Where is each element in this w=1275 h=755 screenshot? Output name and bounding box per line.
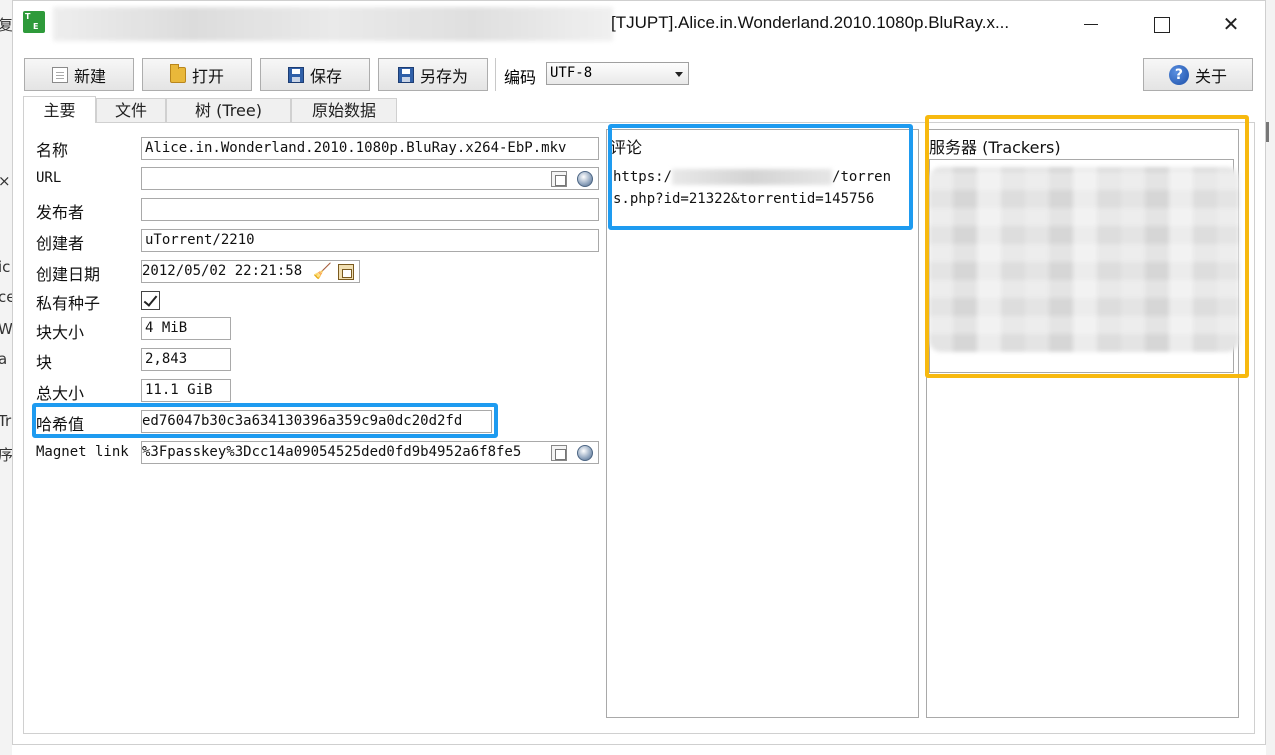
name-label: 名称 [36,141,69,160]
about-button[interactable]: ? 关于 [1143,58,1253,91]
toolbar-separator [495,58,496,91]
tab-tree[interactable]: 树 (Tree) [166,98,291,123]
folder-icon [169,63,186,83]
background-text: a [0,350,8,368]
creator-field[interactable]: uTorrent/2210 [141,229,599,252]
comment-url-redacted [672,169,833,185]
background-window-right-strip [1266,0,1275,755]
new-button[interactable]: 新建 [24,58,134,91]
torrent-editor-window: TE [TJUPT].Alice.in.Wonderland.2010.1080… [12,0,1266,745]
creator-label: 创建者 [36,234,85,253]
publisher-field[interactable] [141,198,599,221]
url-label: URL [36,170,62,186]
globe-icon[interactable] [577,445,593,461]
trackers-title: 服务器 (Trackers) [929,138,1061,157]
background-text: 复 [0,16,12,34]
floppy-disk-icon [287,66,304,83]
open-button-label: 打开 [191,66,224,86]
open-button[interactable]: 打开 [142,58,252,91]
pieces-label: 块 [36,353,53,372]
minimize-button[interactable] [1071,9,1111,39]
background-text: ce [0,288,12,306]
hash-field[interactable]: ed76047b30c3a634130396a359c9a0dc20d2fd [141,410,492,433]
comment-url-start: https:/ [613,169,673,185]
floppy-disk-icon [397,66,414,83]
save-as-button[interactable]: 另存为 [378,58,488,91]
close-button[interactable]: ✕ [1211,9,1251,39]
total-size-label: 总大小 [36,384,85,403]
tab-raw-data[interactable]: 原始数据 [291,98,397,123]
publisher-label: 发布者 [36,203,85,222]
broom-icon[interactable]: 🧹 [313,263,332,279]
save-button-label: 保存 [309,66,342,86]
copy-icon[interactable] [551,445,567,461]
private-label: 私有种子 [36,294,101,313]
encoding-value: UTF-8 [550,65,593,81]
encoding-label: 编码 [504,68,537,87]
app-icon: TE [23,11,45,33]
globe-icon[interactable] [577,171,593,187]
tab-files[interactable]: 文件 [96,98,166,123]
total-size-field[interactable]: 11.1 GiB [141,379,231,402]
background-window-strip: 复 × ic ce W a Tr 序 [0,0,12,755]
about-button-label: 关于 [1194,66,1227,86]
name-field[interactable]: Alice.in.Wonderland.2010.1080p.BluRay.x2… [141,137,599,160]
chevron-down-icon [675,72,683,77]
comment-url-line2: s.php?id=21322&torrentid=145756 [613,191,875,207]
title-bar[interactable]: TE [TJUPT].Alice.in.Wonderland.2010.1080… [13,1,1265,47]
new-button-label: 新建 [73,66,106,86]
calendar-icon[interactable] [338,264,354,280]
scroll-mark [1266,122,1269,142]
magnet-label: Magnet link [36,444,129,460]
background-text: × [0,172,11,190]
tab-main[interactable]: 主要 [23,96,96,123]
save-button[interactable]: 保存 [260,58,370,91]
new-file-icon [51,66,68,83]
comment-url-end: /torren [832,169,892,185]
title-redacted [53,7,613,41]
encoding-select[interactable]: UTF-8 [546,62,689,85]
pieces-field[interactable]: 2,843 [141,348,231,371]
date-label: 创建日期 [36,265,101,284]
url-field[interactable] [141,167,599,190]
background-text: W [0,320,12,338]
copy-icon[interactable] [551,171,567,187]
background-text: ic [0,258,11,276]
help-icon: ? [1168,64,1189,85]
background-text: 序 [0,446,12,464]
window-title: [TJUPT].Alice.in.Wonderland.2010.1080p.B… [611,13,1010,32]
piece-size-label: 块大小 [36,323,85,342]
comment-text: https:/ /torren s.php?id=21322&torrentid=… [613,166,903,210]
hash-label: 哈希值 [36,415,85,434]
magnet-field[interactable]: %3Fpasskey%3Dcc14a09054525ded0fd9b4952a6… [141,441,599,464]
private-checkbox[interactable] [141,291,160,310]
background-text: Tr [0,412,12,430]
piece-size-field[interactable]: 4 MiB [141,317,231,340]
save-as-button-label: 另存为 [419,66,468,86]
maximize-button[interactable] [1141,9,1181,39]
comment-title: 评论 [610,138,643,157]
trackers-redacted [929,167,1239,352]
